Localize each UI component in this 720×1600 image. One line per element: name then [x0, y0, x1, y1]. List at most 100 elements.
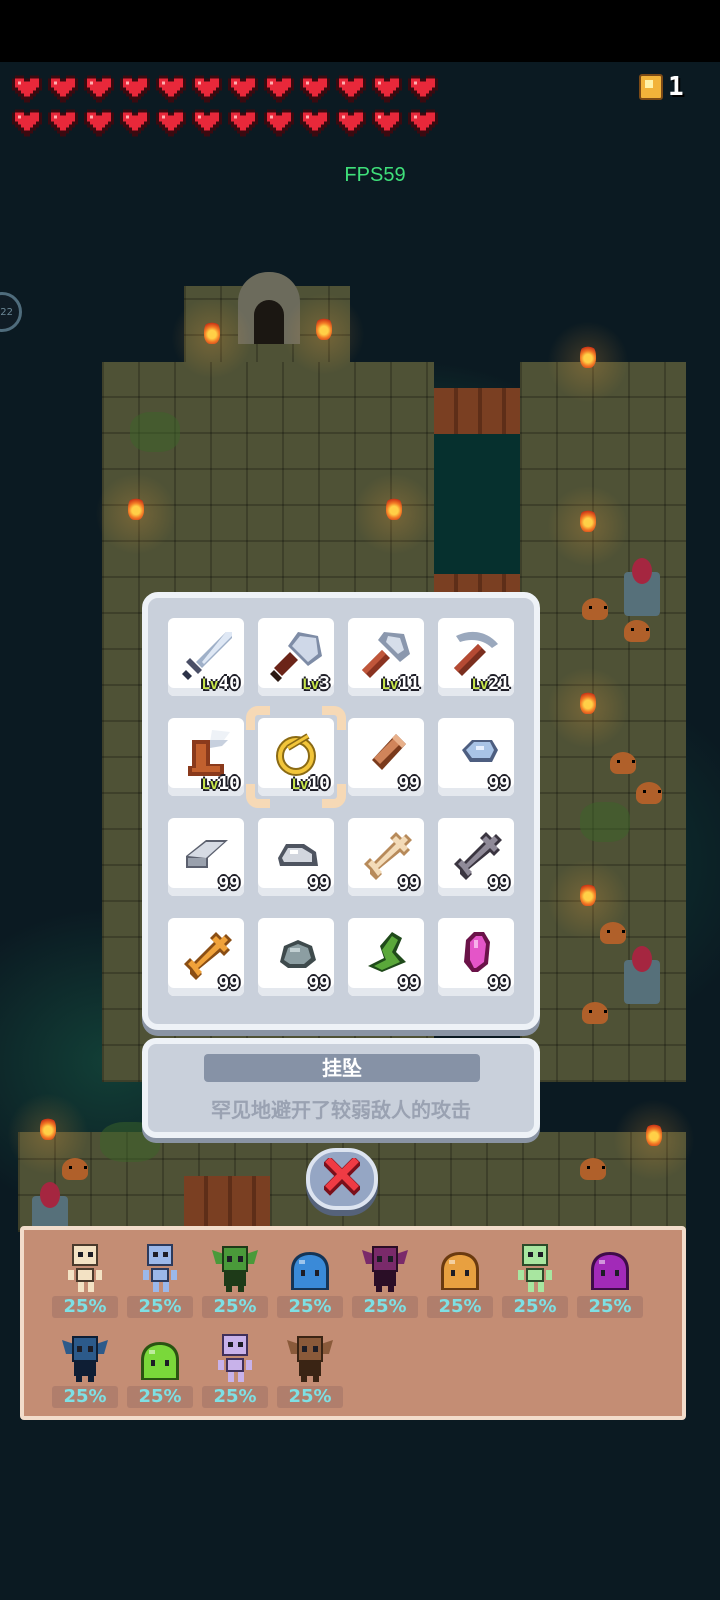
slime-enemy[interactable]	[610, 752, 636, 774]
item-count: Lv40	[201, 673, 240, 694]
inventory-slot-magenta-gem[interactable]: 99	[438, 918, 514, 996]
inventory-grid: Lv40 Lv3 Lv11 Lv21 Lv10 Lv10 99 99 99 99 99 99 99 99 9…	[168, 618, 514, 996]
item-count-value: 99	[218, 873, 240, 894]
heart-icon	[264, 109, 294, 137]
heart-icon	[84, 75, 114, 103]
green-goblin-icon	[212, 1246, 258, 1292]
item-count-value: 11	[398, 673, 420, 694]
heart-icon	[48, 109, 78, 137]
enemy-chance: 25%	[277, 1296, 343, 1318]
enemy-blue-skeleton[interactable]: 25%	[127, 1236, 193, 1320]
heart-icon	[48, 75, 78, 103]
item-count: 99	[218, 873, 240, 894]
enemy-drop-panel: 25% 25% 25% 25% 25% 25% 25% 25% 25% 25% 25% 25%	[20, 1226, 686, 1420]
item-description-panel: 挂坠 罕见地避开了较弱敌人的攻击	[142, 1038, 540, 1138]
inventory-slot-winged-boot[interactable]: Lv10	[168, 718, 244, 796]
heart-icon	[372, 75, 402, 103]
enemy-orange-slime[interactable]: 25%	[427, 1236, 493, 1320]
heart-icon	[156, 109, 186, 137]
close-button[interactable]	[306, 1148, 378, 1210]
item-count: 99	[488, 773, 510, 794]
purple-slime-icon	[591, 1252, 629, 1290]
item-count-value: 99	[218, 973, 240, 994]
altar-urn[interactable]	[624, 946, 660, 1004]
heart-icon	[372, 109, 402, 137]
heart-icon	[192, 109, 222, 137]
item-count: 99	[488, 873, 510, 894]
item-title: 挂坠	[204, 1054, 480, 1082]
torch-icon	[610, 1096, 698, 1184]
inventory-slot-axe[interactable]: Lv11	[348, 618, 424, 696]
item-count-value: 99	[488, 773, 510, 794]
item-count-value: 99	[488, 973, 510, 994]
inventory-slot-pendant[interactable]: Lv10	[246, 706, 346, 808]
item-count: 99	[488, 973, 510, 994]
enemy-green-slime[interactable]: 25%	[127, 1326, 193, 1410]
green-skeleton-icon	[518, 1244, 552, 1292]
enemy-green-skeleton[interactable]: 25%	[502, 1236, 568, 1320]
enemy-purple-goblin[interactable]: 25%	[352, 1236, 418, 1320]
item-count: 99	[308, 973, 330, 994]
level-prefix: Lv	[302, 677, 320, 693]
heart-icon	[120, 75, 150, 103]
heart-icon	[408, 75, 438, 103]
torch-icon	[544, 318, 632, 406]
altar-urn[interactable]	[624, 558, 660, 616]
green-slime-icon	[141, 1342, 179, 1380]
item-count: 99	[398, 773, 420, 794]
enemy-lavender-skeleton[interactable]: 25%	[202, 1326, 268, 1410]
inventory-slot-wood-log[interactable]: 99	[348, 718, 424, 796]
item-count: Lv11	[381, 673, 420, 694]
inventory-slot-shovel[interactable]: Lv3	[258, 618, 334, 696]
torch-icon	[544, 664, 632, 752]
heart-icon	[264, 75, 294, 103]
torch-icon	[280, 290, 368, 378]
item-count: 99	[398, 873, 420, 894]
slime-enemy[interactable]	[636, 782, 662, 804]
inventory-slot-pickaxe[interactable]: Lv21	[438, 618, 514, 696]
slime-enemy[interactable]	[62, 1158, 88, 1180]
inventory-slot-stone[interactable]: 99	[258, 818, 334, 896]
item-count-value: 99	[398, 973, 420, 994]
item-count-value: 99	[398, 873, 420, 894]
item-count-value: 99	[308, 973, 330, 994]
gold-coin-icon	[639, 74, 663, 100]
enemy-skeleton[interactable]: 25%	[52, 1236, 118, 1320]
inventory-slot-sword[interactable]: Lv40	[168, 618, 244, 696]
inventory-slot-golden-bone[interactable]: 99	[168, 918, 244, 996]
item-count-value: 40	[218, 673, 240, 694]
slime-enemy[interactable]	[582, 598, 608, 620]
heart-icon	[120, 109, 150, 137]
item-count: Lv10	[201, 773, 240, 794]
heart-icon	[84, 109, 114, 137]
inventory-slot-bone[interactable]: 99	[348, 818, 424, 896]
enemy-purple-slime[interactable]: 25%	[577, 1236, 643, 1320]
heart-icon	[192, 75, 222, 103]
enemy-brown-goblin[interactable]: 25%	[277, 1326, 343, 1410]
inventory-slot-gray-rock[interactable]: 99	[258, 918, 334, 996]
inventory-slot-iron-ingot[interactable]: 99	[168, 818, 244, 896]
enemy-blue-goblin[interactable]: 25%	[52, 1326, 118, 1410]
inventory-slot-blue-ore[interactable]: 99	[438, 718, 514, 796]
item-count-value: 10	[218, 773, 240, 794]
slime-enemy[interactable]	[600, 922, 626, 944]
enemy-blue-slime[interactable]: 25%	[277, 1236, 343, 1320]
item-count-value: 99	[308, 873, 330, 894]
moss-patch	[580, 802, 630, 842]
slime-enemy[interactable]	[582, 1002, 608, 1024]
health-hearts	[12, 74, 444, 138]
heart-icon	[300, 75, 330, 103]
heart-icon	[12, 75, 42, 103]
heart-icon	[12, 109, 42, 137]
slime-enemy[interactable]	[624, 620, 650, 642]
enemy-green-goblin[interactable]: 25%	[202, 1236, 268, 1320]
inventory-slot-dark-bone[interactable]: 99	[438, 818, 514, 896]
heart-icon	[336, 109, 366, 137]
slime-enemy[interactable]	[580, 1158, 606, 1180]
item-count: 99	[308, 873, 330, 894]
item-count: Lv21	[471, 673, 510, 694]
torch-icon	[4, 1090, 92, 1178]
status-bar	[0, 0, 720, 62]
inventory-slot-green-fang[interactable]: 99	[348, 918, 424, 996]
enemy-chance: 25%	[202, 1386, 268, 1408]
